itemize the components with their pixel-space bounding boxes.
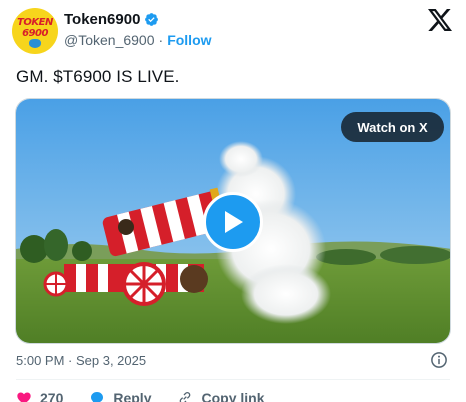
divider (16, 379, 450, 380)
tweet-actions: 270 Reply Copy link (16, 390, 291, 402)
copy-link-button[interactable]: Copy link (177, 390, 265, 402)
handle-separator: · (158, 32, 164, 48)
heart-icon (17, 392, 31, 402)
tweet-card: TOKEN 6900 Token6900 @Token_6900 · Follo… (0, 0, 466, 402)
reply-label: Reply (113, 390, 152, 402)
author-name-row: Token6900 (64, 11, 159, 28)
play-icon (225, 211, 243, 233)
link-icon (180, 392, 191, 402)
tweet-timestamp[interactable]: 5:00 PM · Sep 3, 2025 (16, 353, 146, 368)
author-display-name[interactable]: Token6900 (64, 11, 140, 28)
copy-link-label: Copy link (201, 390, 265, 402)
info-icon[interactable] (430, 351, 448, 369)
watch-on-x-button[interactable]: Watch on X (341, 112, 444, 142)
avatar-logo-mark (29, 39, 41, 48)
tweet-text: GM. $T6900 IS LIVE. (16, 67, 180, 86)
follow-button[interactable]: Follow (167, 32, 211, 48)
avatar-logo-text-bottom: 6900 (22, 28, 48, 39)
reply-bubble-icon (91, 392, 104, 402)
like-button[interactable]: 270 (16, 390, 63, 402)
x-logo-icon[interactable] (428, 9, 452, 31)
author-handle-row: @Token_6900 · Follow (64, 32, 212, 48)
tweet-media-video[interactable]: Watch on X (15, 98, 451, 344)
like-count: 270 (40, 390, 64, 402)
play-button[interactable] (203, 192, 263, 252)
avatar[interactable]: TOKEN 6900 (12, 8, 58, 54)
avatar-logo-text-top: TOKEN (17, 17, 53, 28)
reply-button[interactable]: Reply (89, 390, 151, 402)
author-handle[interactable]: @Token_6900 (64, 32, 155, 48)
verified-badge-icon (145, 13, 159, 26)
